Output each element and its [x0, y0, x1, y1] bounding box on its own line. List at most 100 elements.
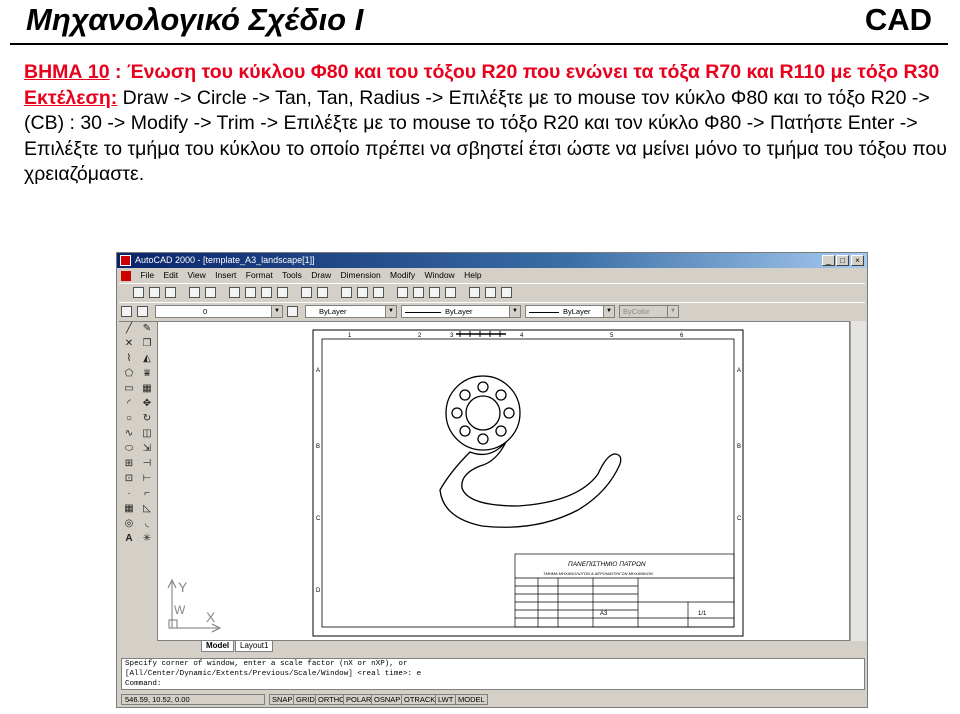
model-button[interactable]: MODEL: [455, 694, 488, 705]
rectangle-icon[interactable]: ▭: [123, 383, 135, 395]
copy-icon[interactable]: [245, 287, 256, 298]
zoom-realtime-icon[interactable]: [413, 287, 424, 298]
header-divider: [10, 43, 948, 45]
menu-format[interactable]: Format: [246, 268, 273, 282]
menu-insert[interactable]: Insert: [215, 268, 236, 282]
point-icon[interactable]: ·: [123, 488, 135, 500]
region-icon[interactable]: ◎: [123, 518, 135, 530]
tab-model[interactable]: Model: [201, 641, 235, 652]
ucs-y-label: Y: [178, 579, 188, 595]
undo-icon[interactable]: [301, 287, 312, 298]
bolt-hole: [451, 407, 463, 419]
mtext-icon[interactable]: A: [123, 533, 135, 545]
line-icon[interactable]: ╱: [123, 323, 135, 335]
menu-draw[interactable]: Draw: [311, 268, 331, 282]
zoom-window-icon[interactable]: [429, 287, 440, 298]
titleblock-scale: 1/1: [698, 611, 707, 617]
zoom-previous-icon[interactable]: [445, 287, 456, 298]
menu-file[interactable]: File: [140, 268, 154, 282]
bolt-hole: [477, 433, 489, 445]
chevron-down-icon: ▼: [509, 306, 520, 317]
drawing-canvas[interactable]: 1 2 3 4 5 6 A B C D A B C ΠΑΝΕΠΙΣΤΗΜΙΟ Π…: [157, 321, 850, 641]
polygon-icon[interactable]: ⬠: [123, 368, 135, 380]
border-letter: C: [737, 516, 742, 522]
preview-icon[interactable]: [205, 287, 216, 298]
layer-select[interactable]: 0 ▼: [155, 305, 283, 318]
titleblock-department: ΤΜΗΜΑ ΜΗΧΑΝΟΛΟΓΩΝ & ΑΕΡΟΝΑΥΠΗΓΩΝ ΜΗΧΑΝΙΚ…: [543, 571, 653, 576]
titleblock-university: ΠΑΝΕΠΙΣΤΗΜΙΟ ΠΑΤΡΩΝ: [568, 561, 646, 568]
chamfer-icon[interactable]: ◺: [141, 503, 153, 515]
snap-button[interactable]: SNAP: [269, 694, 296, 705]
copy-object-icon[interactable]: ❐: [141, 338, 153, 350]
break-icon[interactable]: ⌐: [141, 488, 153, 500]
lwt-button[interactable]: LWT: [435, 694, 457, 705]
menu-view[interactable]: View: [187, 268, 205, 282]
flange-bore-circle: [465, 395, 501, 431]
arc-icon[interactable]: ◜: [123, 398, 135, 410]
command-prompt[interactable]: Command:: [125, 679, 864, 689]
osnap-button[interactable]: OSNAP: [371, 694, 404, 705]
make-block-icon[interactable]: ⊡: [123, 473, 135, 485]
insert-block-icon[interactable]: ⊞: [123, 458, 135, 470]
menu-modify[interactable]: Modify: [390, 268, 415, 282]
stretch-icon[interactable]: ⇲: [141, 443, 153, 455]
maximize-icon[interactable]: □: [836, 255, 849, 266]
plotstyle-select[interactable]: ByColor ▼: [619, 305, 679, 318]
hatch-icon[interactable]: ▦: [123, 503, 135, 515]
autocad-window: AutoCAD 2000 - [template_A3_landscape[1]…: [116, 252, 868, 708]
rotate-icon[interactable]: ↻: [141, 413, 153, 425]
spline-icon[interactable]: ∿: [123, 428, 135, 440]
make-current-layer-icon[interactable]: [287, 306, 298, 317]
color-select[interactable]: ByLayer ▼: [305, 305, 397, 318]
erase-icon[interactable]: ✎: [141, 323, 153, 335]
properties-icon[interactable]: [469, 287, 480, 298]
design-center-icon[interactable]: [485, 287, 496, 298]
cut-icon[interactable]: [229, 287, 240, 298]
mirror-icon[interactable]: ◭: [141, 353, 153, 365]
coordinates-readout[interactable]: 546.59, 10.52, 0.00: [121, 694, 265, 705]
otrack-button[interactable]: OTRACK: [401, 694, 439, 705]
construction-line-icon[interactable]: ✕: [123, 338, 135, 350]
ellipse-icon[interactable]: ⬭: [123, 443, 135, 455]
explode-icon[interactable]: ✳: [141, 533, 153, 545]
close-icon[interactable]: ×: [851, 255, 864, 266]
array-icon[interactable]: ▦: [141, 383, 153, 395]
linetype-value: ByLayer: [445, 307, 473, 316]
osnap-icon[interactable]: [357, 287, 368, 298]
layer-states-icon[interactable]: [137, 306, 148, 317]
vertical-scrollbar[interactable]: [850, 321, 866, 641]
fillet-icon[interactable]: ◟: [141, 518, 153, 530]
paste-icon[interactable]: [261, 287, 272, 298]
match-properties-icon[interactable]: [277, 287, 288, 298]
save-icon[interactable]: [165, 287, 176, 298]
scale-icon[interactable]: ◫: [141, 428, 153, 440]
extend-icon[interactable]: ⊢: [141, 473, 153, 485]
circle-icon[interactable]: ○: [123, 413, 135, 425]
print-icon[interactable]: [189, 287, 200, 298]
linetype-select[interactable]: ByLayer ▼: [401, 305, 521, 318]
polar-button[interactable]: POLAR: [343, 694, 375, 705]
menu-help[interactable]: Help: [464, 268, 481, 282]
menu-edit[interactable]: Edit: [163, 268, 178, 282]
layers-icon[interactable]: [121, 306, 132, 317]
draw-modify-toolbars: ╱ ✕ ⌇ ⬠ ▭ ◜ ○ ∿ ⬭ ⊞ ⊡ · ▦ ◎ A ✎ ❐ ◭ ⩸ ▦ …: [121, 321, 157, 545]
redo-icon[interactable]: [317, 287, 328, 298]
minimize-icon[interactable]: _: [822, 255, 835, 266]
help-icon[interactable]: [501, 287, 512, 298]
new-icon[interactable]: [133, 287, 144, 298]
autocad-titlebar[interactable]: AutoCAD 2000 - [template_A3_landscape[1]…: [117, 253, 867, 268]
pan-icon[interactable]: [397, 287, 408, 298]
trim-icon[interactable]: ⊣: [141, 458, 153, 470]
hyperlink-icon[interactable]: [341, 287, 352, 298]
offset-icon[interactable]: ⩸: [141, 368, 153, 380]
menu-window[interactable]: Window: [424, 268, 454, 282]
lineweight-select[interactable]: ByLayer ▼: [525, 305, 615, 318]
menu-tools[interactable]: Tools: [282, 268, 302, 282]
polyline-icon[interactable]: ⌇: [123, 353, 135, 365]
move-icon[interactable]: ✥: [141, 398, 153, 410]
menu-dimension[interactable]: Dimension: [341, 268, 381, 282]
command-window[interactable]: Specify corner of window, enter a scale …: [121, 658, 865, 690]
open-icon[interactable]: [149, 287, 160, 298]
ucs-icon[interactable]: [373, 287, 384, 298]
tab-layout1[interactable]: Layout1: [235, 641, 274, 652]
